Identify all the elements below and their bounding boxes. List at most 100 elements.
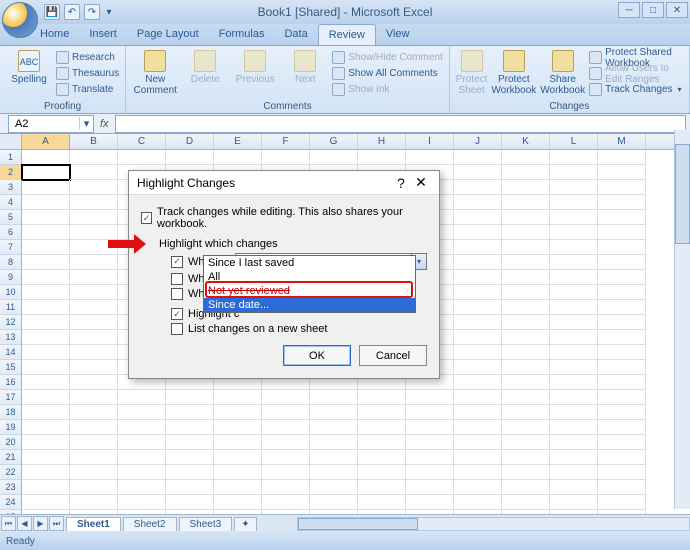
cell[interactable] — [262, 435, 310, 450]
cell[interactable] — [214, 390, 262, 405]
cell[interactable] — [22, 420, 70, 435]
tab-view[interactable]: View — [376, 24, 420, 45]
cell[interactable] — [358, 390, 406, 405]
cell[interactable] — [22, 405, 70, 420]
cell[interactable] — [598, 510, 646, 514]
minimize-button[interactable]: ─ — [618, 2, 640, 18]
close-button[interactable]: ✕ — [666, 2, 688, 18]
cell[interactable] — [598, 315, 646, 330]
column-header-E[interactable]: E — [214, 134, 262, 149]
cell[interactable] — [502, 450, 550, 465]
column-header-K[interactable]: K — [502, 134, 550, 149]
cell[interactable] — [598, 360, 646, 375]
cell[interactable] — [262, 450, 310, 465]
cell[interactable] — [598, 390, 646, 405]
cell[interactable] — [454, 360, 502, 375]
when-dropdown-list[interactable]: Since I last saved All Not yet reviewed … — [203, 255, 416, 313]
cell[interactable] — [118, 465, 166, 480]
cell[interactable] — [502, 240, 550, 255]
row-header-8[interactable]: 8 — [0, 255, 22, 270]
row-header-4[interactable]: 4 — [0, 195, 22, 210]
cell[interactable] — [454, 180, 502, 195]
spelling-button[interactable]: ABC Spelling — [6, 48, 52, 85]
cell[interactable] — [454, 495, 502, 510]
cell[interactable] — [550, 360, 598, 375]
horizontal-scroll-thumb[interactable] — [298, 518, 418, 530]
cell[interactable] — [70, 315, 118, 330]
cell[interactable] — [310, 465, 358, 480]
cell[interactable] — [598, 195, 646, 210]
cell[interactable] — [22, 255, 70, 270]
cell[interactable] — [22, 300, 70, 315]
next-sheet-button[interactable]: ▶ — [33, 516, 48, 531]
cell[interactable] — [550, 420, 598, 435]
protect-workbook-button[interactable]: Protect Workbook — [491, 48, 536, 96]
dialog-help-button[interactable]: ? — [391, 175, 411, 191]
cell[interactable] — [70, 165, 118, 180]
dialog-title-bar[interactable]: Highlight Changes ? ✕ — [129, 171, 439, 195]
column-header-J[interactable]: J — [454, 134, 502, 149]
sheet-tab-2[interactable]: Sheet2 — [123, 517, 177, 531]
cell[interactable] — [262, 150, 310, 165]
row-header-2[interactable]: 2 — [0, 165, 22, 180]
cell[interactable] — [262, 465, 310, 480]
last-sheet-button[interactable]: ⏭ — [49, 516, 64, 531]
cell[interactable] — [310, 150, 358, 165]
row-header-12[interactable]: 12 — [0, 315, 22, 330]
cell[interactable] — [262, 390, 310, 405]
column-header-C[interactable]: C — [118, 134, 166, 149]
cell[interactable] — [598, 165, 646, 180]
row-header-9[interactable]: 9 — [0, 270, 22, 285]
cell[interactable] — [454, 345, 502, 360]
cell[interactable] — [454, 435, 502, 450]
protect-sheet-button[interactable]: Protect Sheet — [456, 48, 488, 96]
column-header-A[interactable]: A — [22, 134, 70, 149]
tab-data[interactable]: Data — [274, 24, 317, 45]
cell[interactable] — [502, 360, 550, 375]
cell[interactable] — [214, 495, 262, 510]
cell[interactable] — [70, 255, 118, 270]
cell[interactable] — [550, 345, 598, 360]
cell[interactable] — [22, 270, 70, 285]
cell[interactable] — [454, 300, 502, 315]
cell[interactable] — [118, 510, 166, 514]
cell[interactable] — [262, 510, 310, 514]
cell[interactable] — [550, 510, 598, 514]
column-header-F[interactable]: F — [262, 134, 310, 149]
cell[interactable] — [22, 510, 70, 514]
cell[interactable] — [502, 315, 550, 330]
column-header-B[interactable]: B — [70, 134, 118, 149]
row-header-25[interactable]: 25 — [0, 510, 22, 514]
cell[interactable] — [550, 390, 598, 405]
when-checkbox[interactable] — [171, 256, 183, 268]
cell[interactable] — [598, 300, 646, 315]
cell[interactable] — [550, 165, 598, 180]
cell[interactable] — [22, 315, 70, 330]
cell[interactable] — [166, 435, 214, 450]
track-changes-checkbox[interactable] — [141, 212, 152, 224]
cell[interactable] — [310, 420, 358, 435]
cell[interactable] — [358, 465, 406, 480]
ok-button[interactable]: OK — [283, 345, 351, 366]
cell[interactable] — [502, 495, 550, 510]
cell[interactable] — [598, 345, 646, 360]
cell[interactable] — [358, 510, 406, 514]
cell[interactable] — [214, 420, 262, 435]
cell[interactable] — [22, 330, 70, 345]
cell[interactable] — [22, 480, 70, 495]
row-header-10[interactable]: 10 — [0, 285, 22, 300]
cell[interactable] — [310, 480, 358, 495]
cell[interactable] — [118, 390, 166, 405]
row-header-21[interactable]: 21 — [0, 450, 22, 465]
cell[interactable] — [454, 510, 502, 514]
cell[interactable] — [454, 315, 502, 330]
cell[interactable] — [454, 390, 502, 405]
cell[interactable] — [502, 480, 550, 495]
cell[interactable] — [310, 450, 358, 465]
cell[interactable] — [118, 480, 166, 495]
cell[interactable] — [358, 435, 406, 450]
column-header-I[interactable]: I — [406, 134, 454, 149]
cell[interactable] — [502, 405, 550, 420]
row-header-1[interactable]: 1 — [0, 150, 22, 165]
column-header-G[interactable]: G — [310, 134, 358, 149]
